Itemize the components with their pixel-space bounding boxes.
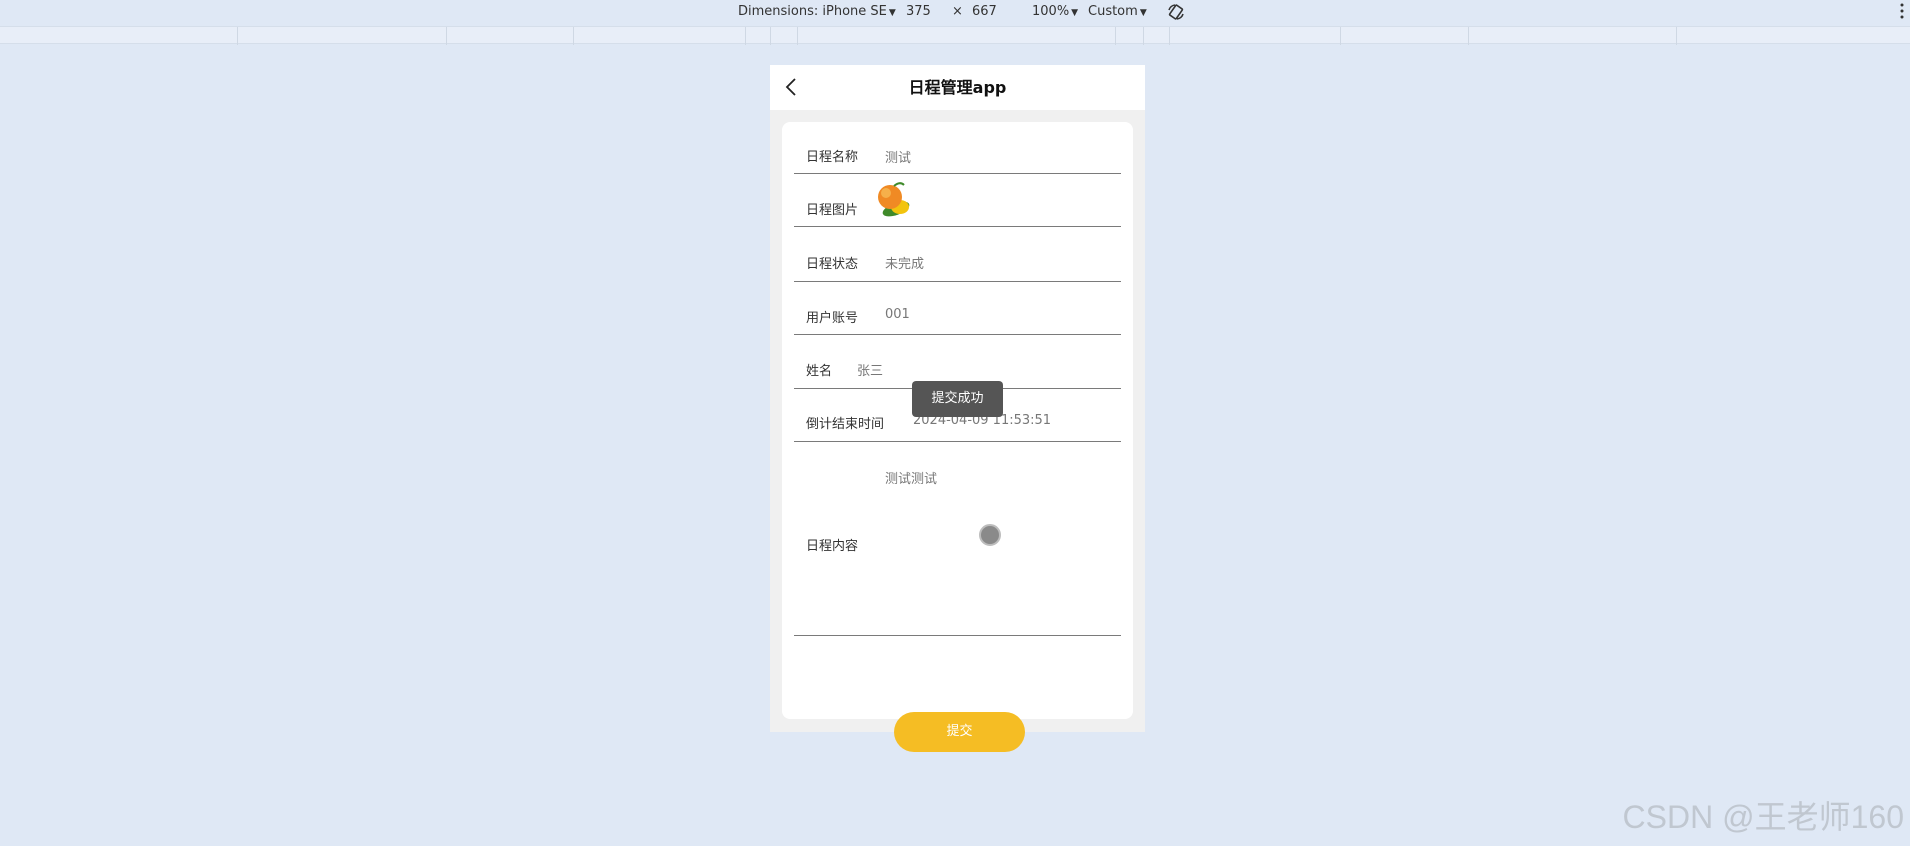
submit-button[interactable]: 提交 — [894, 712, 1025, 752]
ruler-tick — [1340, 27, 1341, 45]
mango-image[interactable] — [874, 179, 914, 219]
name-label: 日程名称 — [806, 150, 859, 165]
status-select[interactable]: 未完成 — [885, 253, 924, 272]
form-row-status: 日程状态 未完成 — [794, 227, 1121, 282]
throttle-dropdown[interactable]: Custom ▼ — [1088, 4, 1147, 19]
chevron-down-icon: ▼ — [1139, 8, 1147, 18]
device-viewport: 日程管理app 日程名称 测试 日程图片 日程状态 未完成 用户账号 001 姓… — [770, 65, 1145, 752]
devtools-toolbar: Dimensions: iPhone SE ▼ 375 × 667 100% ▼ C… — [0, 0, 1910, 26]
account-label: 用户账号 — [806, 311, 859, 326]
ruler-tick — [573, 27, 574, 45]
form-row-image: 日程图片 — [794, 174, 1121, 227]
form-row-account: 用户账号 001 — [794, 282, 1121, 335]
chevron-down-icon: ▼ — [1071, 8, 1079, 18]
height-input[interactable]: 667 — [972, 4, 997, 19]
username-input[interactable]: 张三 — [857, 360, 883, 379]
page-title: 日程管理app — [908, 78, 1007, 97]
nav-bar: 日程管理app — [770, 65, 1145, 110]
zoom-label: 100% — [1032, 4, 1070, 19]
schedule-form: 日程名称 测试 日程图片 日程状态 未完成 用户账号 001 姓名 张三 倒计结… — [782, 122, 1133, 752]
csdn-watermark: CSDN @王老师160 — [1622, 799, 1904, 835]
ruler-tick — [770, 27, 771, 45]
ruler-tick — [797, 27, 798, 45]
ruler-tick — [745, 27, 746, 45]
touch-cursor-indicator — [979, 524, 1001, 546]
rotate-icon[interactable] — [1166, 2, 1186, 22]
image-label: 日程图片 — [806, 203, 859, 218]
content-label: 日程内容 — [806, 539, 859, 554]
end-time-label: 倒计结束时间 — [806, 417, 885, 432]
account-input[interactable]: 001 — [885, 307, 910, 322]
content-textarea[interactable]: 测试测试 — [885, 468, 937, 487]
form-row-content: 日程内容 测试测试 — [794, 442, 1121, 636]
chevron-down-icon: ▼ — [888, 8, 896, 18]
more-options-icon[interactable] — [1900, 3, 1904, 19]
success-toast: 提交成功 — [912, 381, 1003, 417]
throttle-label: Custom — [1088, 4, 1138, 19]
form-row-name: 日程名称 测试 — [794, 122, 1121, 174]
times-sign: × — [952, 4, 963, 19]
username-label: 姓名 — [806, 364, 833, 379]
ruler-tick — [1115, 27, 1116, 45]
status-label: 日程状态 — [806, 257, 859, 272]
ruler-tick — [1169, 27, 1170, 45]
ruler-tick — [237, 27, 238, 45]
media-query-ruler[interactable] — [0, 26, 1910, 45]
width-input[interactable]: 375 — [906, 4, 931, 19]
ruler-tick — [1676, 27, 1677, 45]
ruler-tick — [1468, 27, 1469, 45]
ruler-tick — [1143, 27, 1144, 45]
ruler-tick — [446, 27, 447, 45]
name-input[interactable]: 测试 — [885, 147, 911, 166]
device-dropdown[interactable]: Dimensions: iPhone SE ▼ — [738, 4, 896, 19]
device-label: Dimensions: iPhone SE — [738, 4, 887, 19]
zoom-dropdown[interactable]: 100% ▼ — [1032, 4, 1078, 19]
